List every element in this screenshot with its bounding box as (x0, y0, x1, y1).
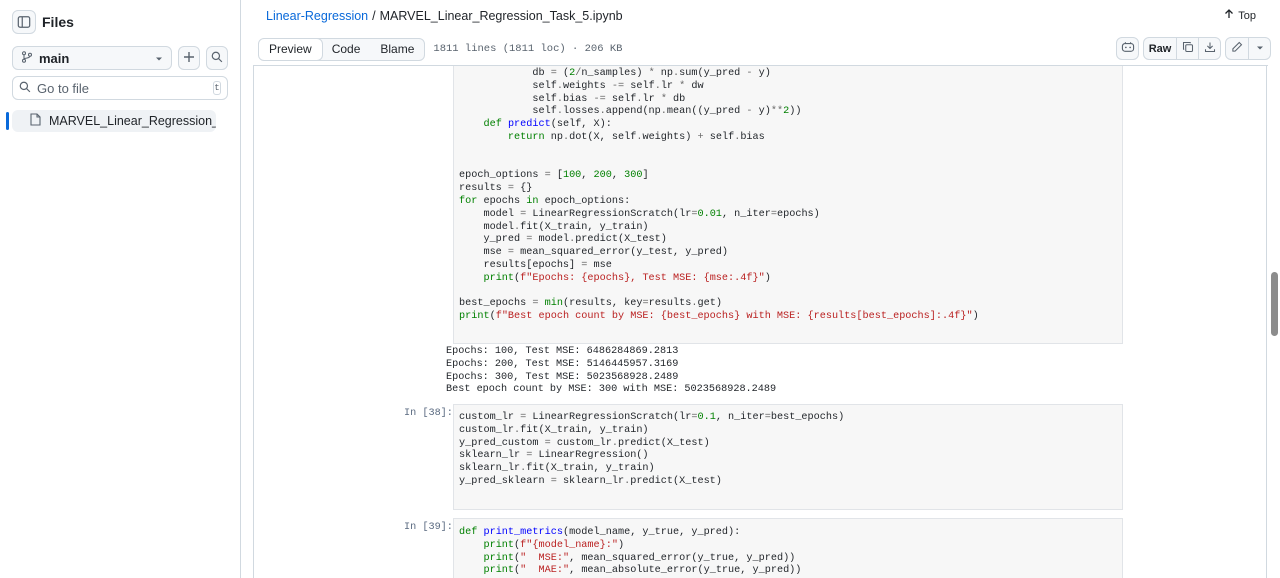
plus-icon (183, 50, 195, 66)
sidebar-title: Files (42, 14, 74, 30)
download-icon (1204, 41, 1216, 56)
code-line: return np.dot(X, self.weights) + self.bi… (507, 131, 765, 143)
output-line: Best epoch count by MSE: 300 with MSE: 5… (446, 384, 777, 396)
code-line: mse = mean_squared_error(y_test, y_pred) (459, 247, 729, 259)
code-line: def predict(self, X): (483, 119, 612, 131)
code-line: self.bias -= self.lr * db (459, 93, 686, 105)
code-line: sklearn_lr.fit(X_train, y_train) (459, 463, 655, 475)
code-line: for epochs in epoch_options: (459, 195, 631, 207)
code-line: db = (2/n_samples) * np.sum(y_pred - y) (459, 68, 771, 79)
edit-button[interactable] (1226, 38, 1248, 59)
breadcrumb: Linear-Regression / MARVEL_Linear_Regres… (266, 9, 623, 23)
copilot-button[interactable] (1116, 37, 1139, 60)
copy-button[interactable] (1176, 38, 1198, 59)
add-file-button[interactable] (178, 46, 201, 70)
output-line: Epochs: 200, Test MSE: 5146445957.3169 (446, 358, 679, 370)
code-line: print(f"Epochs: {epochs}, Test MSE: {mse… (483, 272, 771, 284)
file-actions: Raw (1116, 37, 1271, 60)
branch-row: main (12, 46, 228, 70)
tree-item-label: MARVEL_Linear_Regression_Task... (49, 114, 216, 128)
code-line: y_pred_custom = custom_lr.predict(X_test… (459, 437, 710, 449)
breadcrumb-repo-link[interactable]: Linear-Regression (266, 9, 368, 23)
code-line: epoch_options = [100, 200, 300] (459, 170, 649, 182)
code-line: self.losses.append(np.mean((y_pred - y)*… (459, 106, 802, 118)
code-line: model = LinearRegressionScratch(lr=0.01,… (459, 208, 820, 220)
code-line: print(" MSE:", mean_squared_error(y_true… (483, 552, 796, 564)
code-block: def print_metrics(model_name, y_true, y_… (459, 527, 801, 578)
code-line: print(f"{model_name}:") (483, 539, 625, 551)
view-switcher: Preview Code Blame (258, 37, 426, 61)
code-cell: db = (2/n_samples) * np.sum(y_pred - y) … (453, 66, 1123, 344)
tab-code[interactable]: Code (322, 39, 371, 60)
copy-icon (1182, 41, 1194, 56)
code-line: custom_lr.fit(X_train, y_train) (459, 424, 649, 436)
branch-selector[interactable]: main (12, 46, 173, 70)
cell-prompt: In [38]: (404, 408, 453, 419)
file-tree-sidebar: Files main t (0, 0, 241, 578)
sidebar-header: Files (12, 10, 74, 34)
edit-options-button[interactable] (1248, 38, 1270, 59)
raw-copy-download-group: Raw (1143, 37, 1221, 60)
code-line: y_pred_sklearn = sklearn_lr.predict(X_te… (459, 475, 722, 487)
code-line: print(f"Best epoch count by MSE: {best_e… (459, 311, 979, 323)
cell-output: Epochs: 100, Test MSE: 6486284869.2813 E… (446, 346, 776, 397)
main-content: Linear-Regression / MARVEL_Linear_Regres… (241, 0, 1280, 578)
tab-blame[interactable]: Blame (370, 39, 424, 60)
raw-button[interactable]: Raw (1144, 38, 1176, 59)
file-toolbar: Preview Code Blame 1811 lines (1811 loc)… (258, 37, 1250, 61)
copilot-icon (1121, 41, 1135, 56)
code-line: self.weights -= self.lr * dw (459, 80, 704, 92)
top-label: Top (1238, 9, 1256, 22)
branch-icon (21, 50, 33, 66)
cell-prompt: In [39]: (404, 522, 453, 533)
tree-item-notebook[interactable]: MARVEL_Linear_Regression_Task... (12, 110, 216, 132)
go-to-file-field[interactable]: t (12, 76, 228, 100)
chevron-down-icon (155, 51, 163, 66)
code-line: def print_metrics(model_name, y_true, y_… (459, 527, 741, 538)
code-line: custom_lr = LinearRegressionScratch(lr=0… (459, 412, 845, 423)
sidebar-toggle-icon[interactable] (12, 10, 36, 34)
shortcut-hint: t (213, 81, 221, 95)
notebook-preview: db = (2/n_samples) * np.sum(y_pred - y) … (253, 66, 1267, 578)
branch-name: main (39, 50, 70, 66)
code-block: db = (2/n_samples) * np.sum(y_pred - y) … (459, 68, 979, 324)
top-button[interactable]: Top (1224, 9, 1256, 22)
file-icon (30, 113, 41, 129)
code-line: best_epochs = min(results, key=results.g… (459, 298, 722, 310)
output-line: Epochs: 300, Test MSE: 5023568928.2489 (446, 371, 679, 383)
arrow-up-icon (1224, 9, 1234, 22)
search-button[interactable] (206, 46, 228, 70)
code-cell: custom_lr = LinearRegressionScratch(lr=0… (453, 404, 1123, 510)
scrollbar[interactable] (1270, 0, 1280, 578)
search-icon (19, 80, 31, 96)
breadcrumb-file: MARVEL_Linear_Regression_Task_5.ipynb (379, 9, 623, 23)
pencil-icon (1231, 41, 1243, 56)
code-line: print(" MAE:", mean_absolute_error(y_tru… (483, 565, 802, 577)
scrollbar-thumb[interactable] (1271, 272, 1278, 336)
search-icon (211, 50, 223, 66)
go-to-file-input[interactable] (37, 80, 213, 96)
tab-preview[interactable]: Preview (259, 38, 323, 60)
code-line: y_pred = model.predict(X_test) (459, 234, 667, 246)
file-meta: 1811 lines (1811 loc) · 206 KB (433, 43, 623, 55)
code-line: results = {} (459, 183, 533, 195)
code-line: results[epochs] = mse (459, 259, 612, 271)
active-indicator (6, 112, 9, 130)
output-line: Epochs: 100, Test MSE: 6486284869.2813 (446, 346, 679, 357)
breadcrumb-separator: / (372, 9, 376, 23)
code-cell: def print_metrics(model_name, y_true, y_… (453, 518, 1123, 578)
chevron-down-icon (1256, 43, 1264, 55)
download-button[interactable] (1198, 38, 1220, 59)
code-block: custom_lr = LinearRegressionScratch(lr=0… (459, 412, 844, 489)
code-line: model.fit(X_train, y_train) (459, 221, 649, 233)
code-line: sklearn_lr = LinearRegression() (459, 450, 649, 462)
edit-group (1225, 37, 1271, 60)
